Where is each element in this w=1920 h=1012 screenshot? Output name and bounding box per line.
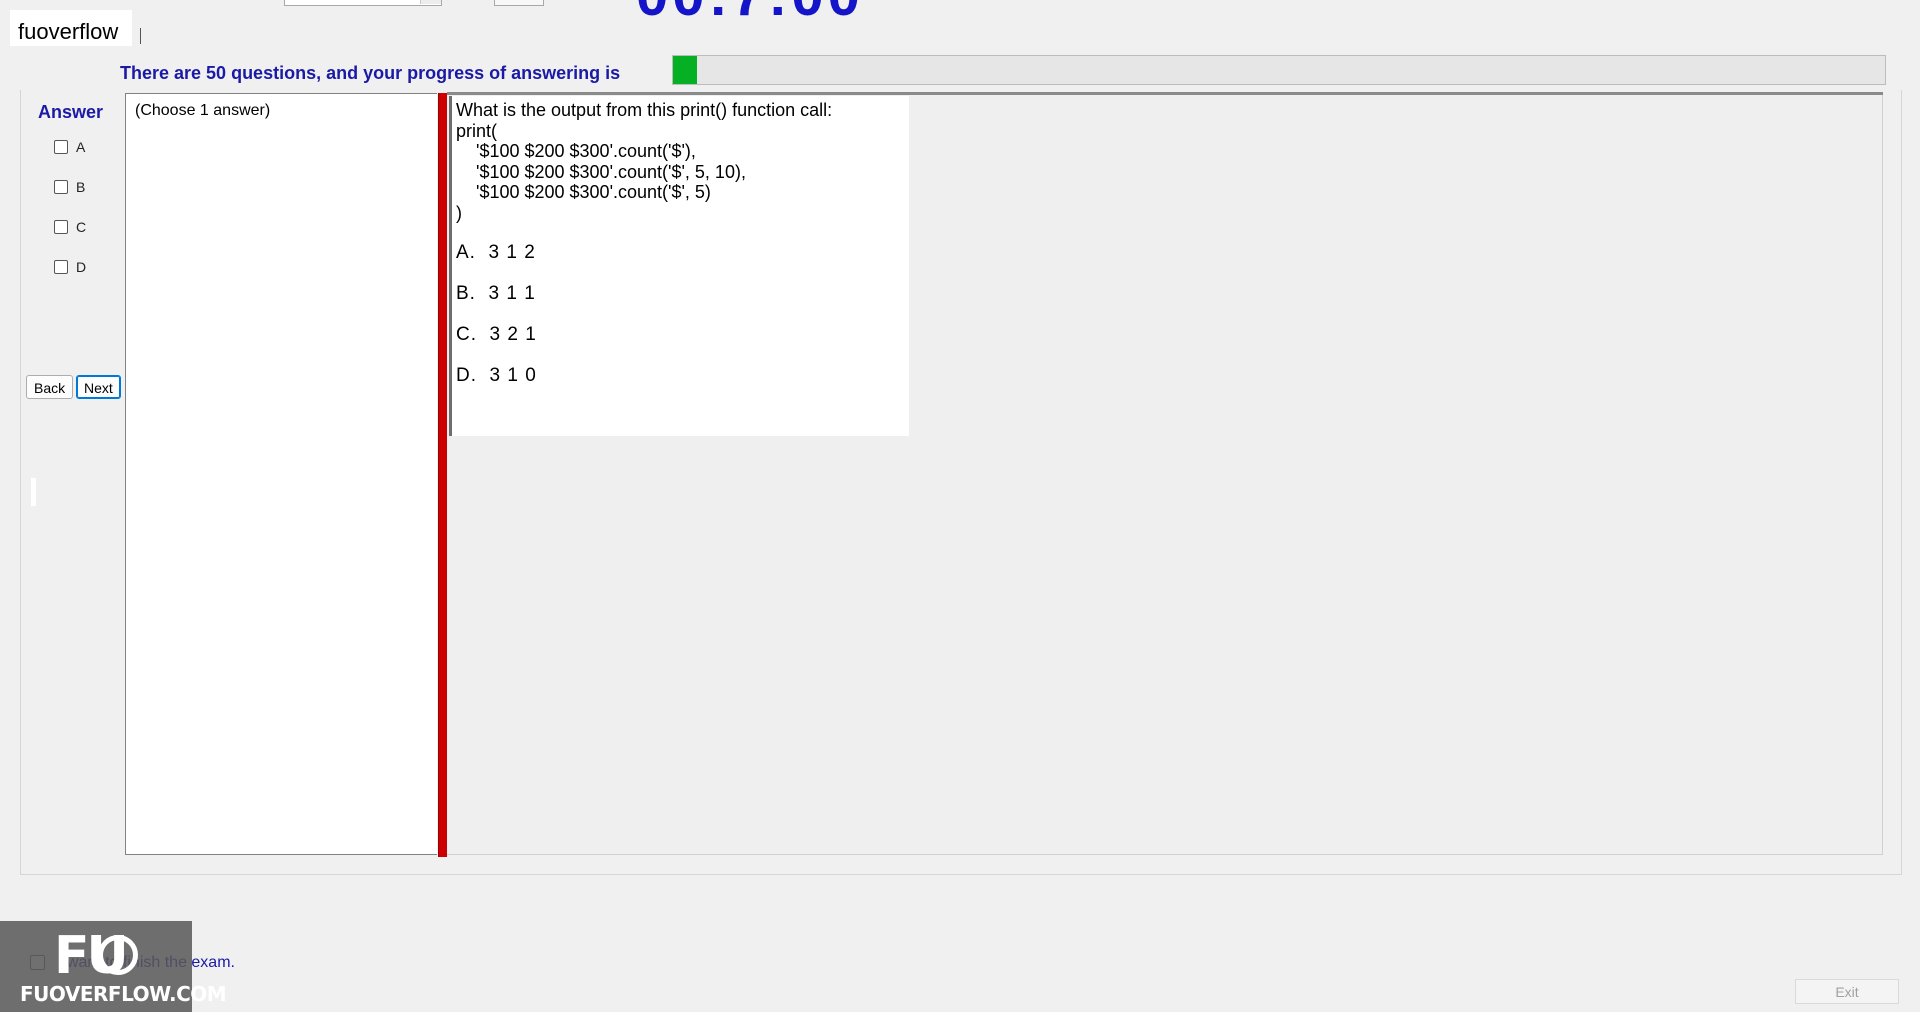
- progress-label: There are 50 questions, and your progres…: [120, 63, 621, 83]
- top-spin-box[interactable]: [494, 0, 544, 6]
- checkbox-a[interactable]: [54, 140, 68, 154]
- question-line: What is the output from this print() fun…: [456, 100, 833, 120]
- checkbox-c[interactable]: [54, 220, 68, 234]
- question-line: print(: [456, 120, 498, 141]
- answer-option-c[interactable]: C: [54, 218, 86, 236]
- text-caret: [140, 28, 141, 44]
- checkbox-d[interactable]: [54, 260, 68, 274]
- top-combo-box[interactable]: [284, 0, 442, 6]
- question-line: ): [456, 202, 462, 223]
- question-choice-c: C. 3 2 1: [456, 324, 537, 345]
- question-line: '$100 $200 $300'.count('$', 5, 10),: [456, 161, 746, 182]
- next-button[interactable]: Next: [76, 375, 121, 399]
- answer-title: Answer: [38, 102, 104, 122]
- question-line: '$100 $200 $300'.count('$'),: [456, 141, 696, 161]
- answer-option-label: D: [76, 259, 87, 275]
- question-line: '$100 $200 $300'.count('$', 5): [456, 182, 711, 202]
- combo-dropdown-arrow-icon[interactable]: [420, 0, 441, 4]
- watermark: FU FUOVERFLOW.COM: [0, 921, 227, 1012]
- back-button[interactable]: Back: [26, 375, 74, 399]
- answer-option-label: C: [76, 219, 87, 235]
- question-choice-d: D. 3 1 0: [456, 365, 537, 386]
- brand-label: fuoverflow: [10, 10, 133, 46]
- answer-option-a[interactable]: A: [54, 138, 85, 156]
- watermark-url: FUOVERFLOW.COM: [20, 982, 227, 1006]
- answer-option-b[interactable]: B: [54, 178, 85, 196]
- question-area-border: [447, 92, 1883, 95]
- timer-display: 00:7:00: [636, 0, 864, 29]
- answer-option-label: B: [76, 179, 86, 195]
- exit-button[interactable]: Exit: [1795, 979, 1899, 1004]
- answer-option-label: A: [76, 139, 86, 155]
- question-choice-a: A. 3 1 2: [456, 242, 536, 263]
- answer-option-d[interactable]: D: [54, 258, 86, 276]
- question-box: What is the output from this print() fun…: [449, 96, 909, 436]
- choose-answer-panel: (Choose 1 answer): [125, 93, 437, 855]
- checkbox-b[interactable]: [54, 180, 68, 194]
- progress-bar-fill: [673, 56, 698, 84]
- watermark-logo-ring-icon: [98, 935, 138, 975]
- question-text: What is the output from this print() fun…: [456, 100, 832, 223]
- panel-splitter[interactable]: [438, 93, 447, 857]
- question-choice-b: B. 3 1 1: [456, 283, 536, 304]
- focus-marker: [31, 478, 36, 506]
- choose-instruction: (Choose 1 answer): [135, 102, 271, 119]
- progress-bar: [672, 55, 1886, 85]
